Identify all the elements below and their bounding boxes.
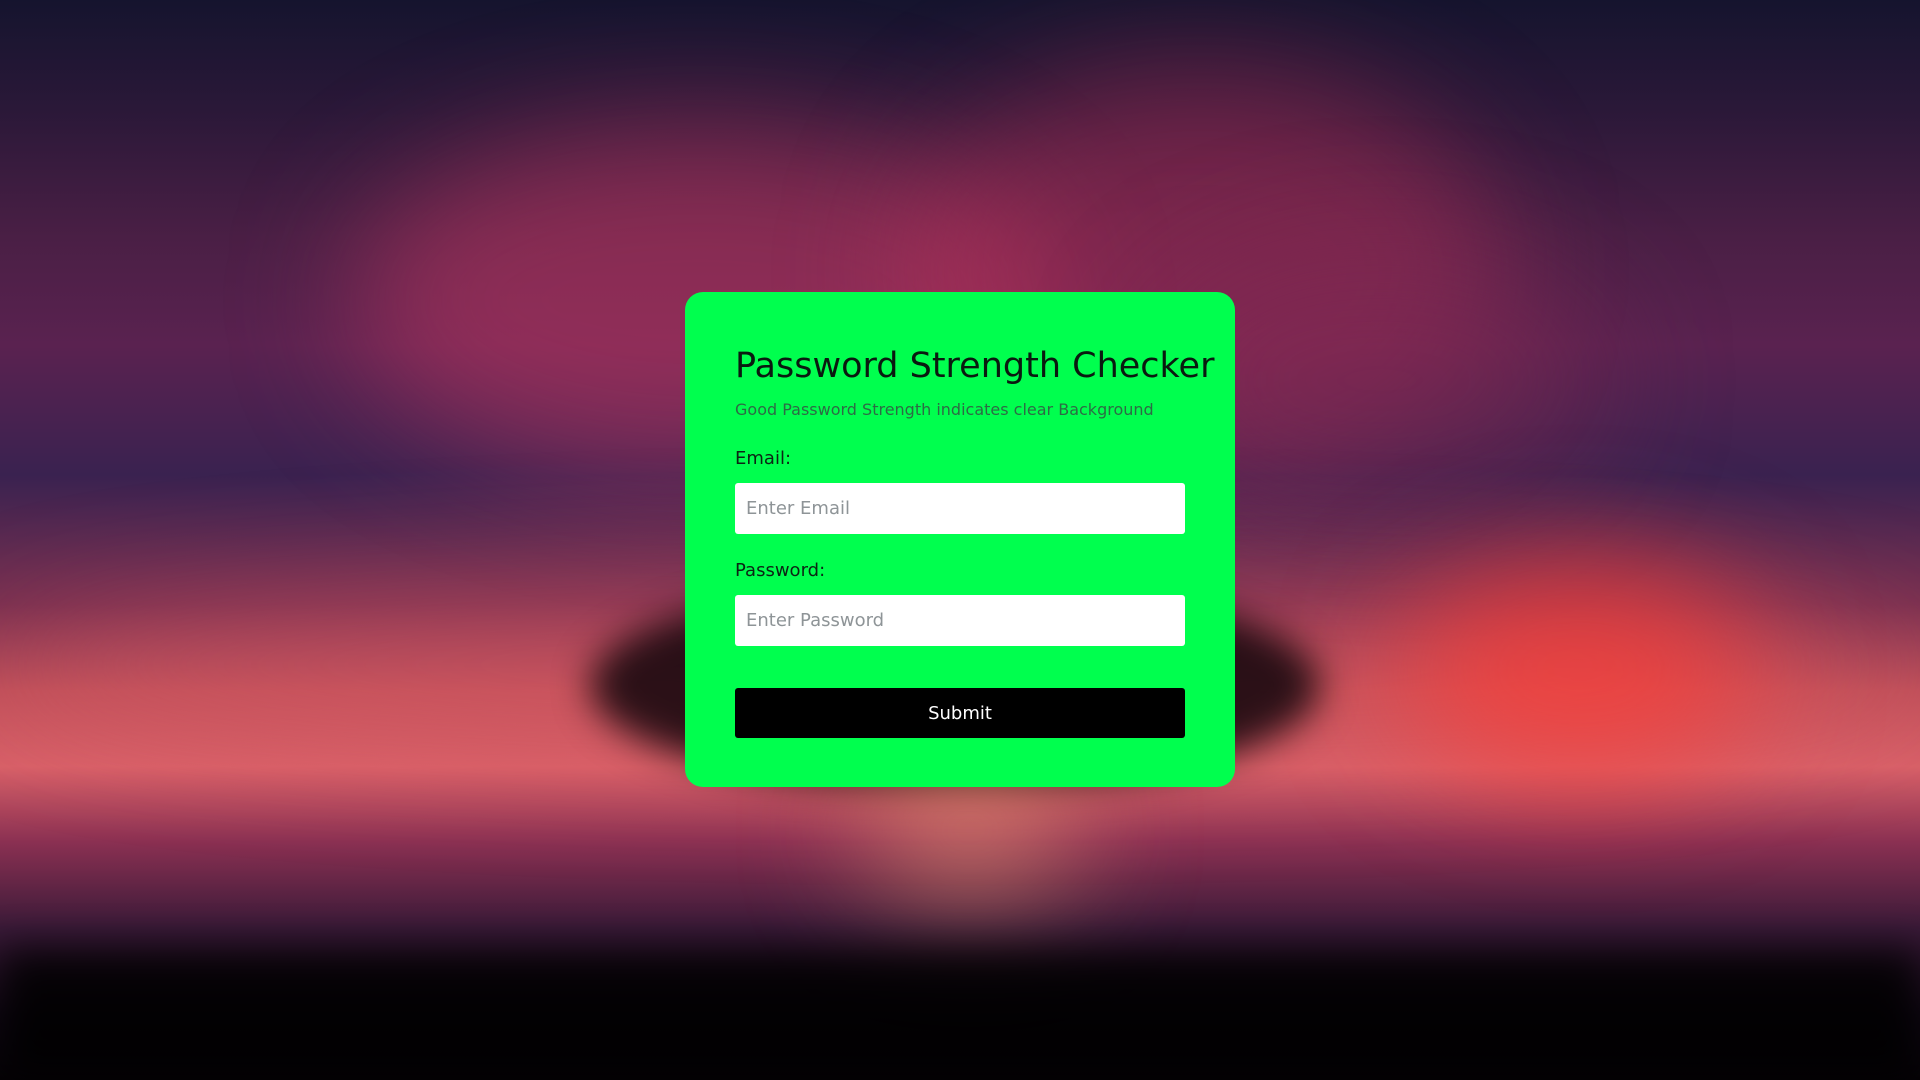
submit-button[interactable]: Submit (735, 688, 1185, 738)
page-title: Password Strength Checker (735, 346, 1215, 386)
email-label: Email: (735, 448, 792, 469)
sun-glow (1400, 560, 1760, 780)
ground-shadow (0, 950, 1920, 1080)
password-input[interactable] (735, 595, 1185, 646)
page-subtitle: Good Password Strength indicates clear B… (735, 400, 1154, 419)
password-label: Password: (735, 560, 826, 581)
password-checker-card: Password Strength Checker Good Password … (685, 292, 1235, 787)
email-input[interactable] (735, 483, 1185, 534)
